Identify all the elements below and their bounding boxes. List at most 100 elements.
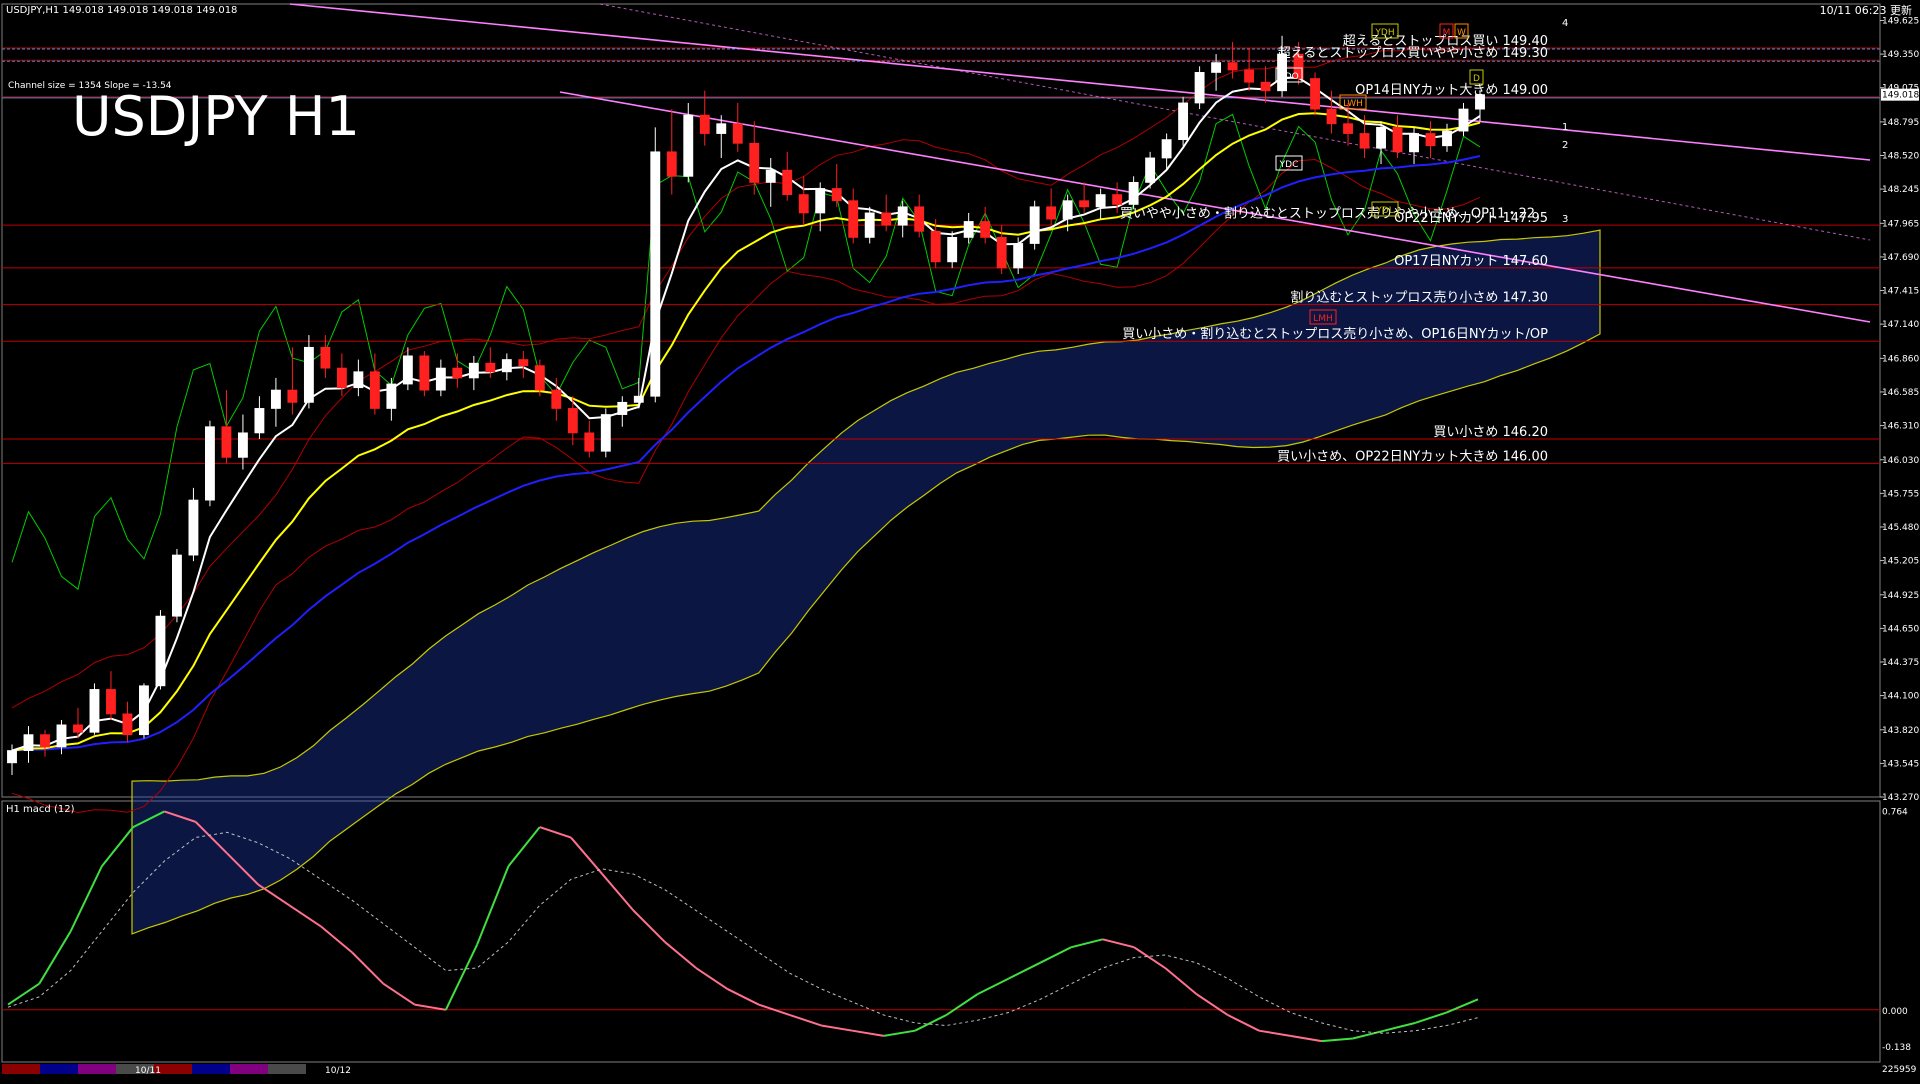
candle-body-21 (353, 371, 364, 389)
candle-body-32 (534, 365, 545, 391)
candle-10 (172, 548, 182, 623)
candle-body-71 (1178, 102, 1189, 141)
candle-body-25 (419, 355, 430, 391)
y-tick-label-0: 149.625 (1882, 16, 1919, 26)
candle-25 (419, 351, 430, 397)
candle-body-61 (1013, 243, 1024, 269)
chart-title: USDJPY H1 (72, 85, 360, 148)
current-price-label: 149.018 (1882, 91, 1919, 101)
time-segment-6 (230, 1064, 268, 1074)
candle-body-34 (567, 408, 578, 434)
candle-body-16 (270, 389, 281, 409)
candle-body-80 (1326, 108, 1337, 125)
candle-79 (1310, 72, 1320, 116)
y-tick-label-3: 148.795 (1882, 118, 1919, 128)
projection-label-1: 1 (1562, 122, 1568, 133)
candle-body-62 (1029, 206, 1040, 244)
candle-body-44 (732, 123, 743, 144)
candle-body-51 (848, 200, 859, 238)
y-tick-label-15: 145.480 (1882, 523, 1919, 533)
candle-body-47 (782, 169, 793, 196)
candle-body-3 (56, 724, 67, 748)
candle-body-15 (254, 408, 265, 434)
candle-body-19 (320, 346, 331, 369)
candle-body-17 (287, 389, 298, 403)
candle-body-8 (139, 685, 149, 736)
level-label-6: 買い小さめ・割り込むとストップロス売り小さめ、OP16日NYカット/OP (1122, 326, 1548, 342)
projection-label-2: 2 (1562, 140, 1568, 151)
candle-body-53 (881, 212, 892, 226)
candle-body-11 (188, 499, 199, 556)
candle-body-73 (1211, 62, 1222, 73)
macd-y-tick-0: 0.764 (1882, 807, 1908, 817)
candle-body-10 (172, 554, 182, 617)
candle-72 (1194, 66, 1205, 110)
candle-body-20 (336, 367, 347, 389)
candle-body-33 (551, 389, 562, 409)
level-label-4: OP17日NYカット 147.60 (1394, 254, 1548, 269)
candle-body-68 (1128, 181, 1139, 205)
candle-body-65 (1079, 200, 1090, 208)
y-tick-label-13: 146.030 (1882, 456, 1919, 466)
candle-body-2 (40, 734, 50, 748)
candle-body-26 (435, 367, 446, 391)
candle-body-29 (485, 362, 496, 373)
candle-41 (683, 102, 694, 183)
x-label-0: 10/11 (135, 1066, 161, 1076)
candle-body-72 (1194, 72, 1205, 104)
chart-header: USDJPY,H1 149.018 149.018 149.018 149.01… (6, 5, 237, 16)
candle-body-22 (369, 371, 380, 409)
y-tick-label-6: 147.965 (1882, 219, 1919, 229)
candle-body-23 (386, 383, 397, 409)
candle-body-88 (1458, 108, 1469, 132)
candle-5 (89, 683, 100, 735)
level-label-8: 買い小さめ、OP22日NYカット大きめ 146.00 (1277, 449, 1548, 464)
y-tick-label-9: 147.140 (1882, 320, 1919, 330)
y-tick-label-19: 144.375 (1882, 658, 1919, 668)
y-tick-label-7: 147.690 (1882, 253, 1919, 263)
time-segment-0 (2, 1064, 40, 1074)
pivot-label-2: LWH (1343, 99, 1363, 109)
macd-title: H1 macd (12) (6, 804, 75, 815)
price-chart-svg[interactable]: 超えるとストップロス買い 149.40超えるとストップロス買いやや小さめ 149… (0, 0, 1920, 1080)
time-segment-7 (268, 1064, 306, 1074)
candle-body-35 (584, 432, 595, 452)
level-label-2: OP14日NYカット大きめ 149.00 (1355, 83, 1548, 98)
candle-body-27 (452, 367, 463, 379)
pivot-label-1: YDO (1278, 72, 1299, 82)
candle-body-63 (1046, 206, 1057, 220)
candle-36 (600, 408, 611, 458)
candle-body-1 (23, 734, 34, 751)
candle-body-49 (815, 188, 826, 214)
y-tick-label-14: 145.755 (1882, 489, 1919, 499)
candle-body-70 (1161, 139, 1172, 159)
candle-body-31 (518, 359, 529, 367)
y-tick-label-23: 143.270 (1882, 793, 1919, 803)
pivot-label-7: W (1457, 28, 1466, 38)
time-segment-5 (192, 1064, 230, 1074)
candle-body-87 (1442, 130, 1452, 147)
y-tick-label-5: 148.245 (1882, 185, 1919, 195)
candle-body-54 (897, 206, 908, 226)
candle-body-86 (1425, 133, 1436, 147)
candle-body-48 (798, 194, 809, 214)
y-tick-label-11: 146.585 (1882, 388, 1919, 398)
candle-body-13 (221, 426, 232, 458)
candle-body-5 (89, 689, 100, 733)
candle-body-59 (980, 221, 991, 238)
candle-body-66 (1095, 194, 1106, 208)
candle-body-67 (1112, 194, 1123, 205)
y-tick-label-10: 146.860 (1882, 354, 1919, 364)
candle-8 (139, 683, 149, 739)
candle-body-55 (914, 206, 925, 232)
candle-body-41 (683, 114, 694, 177)
candle-body-58 (963, 221, 974, 238)
y-tick-label-21: 143.820 (1882, 726, 1919, 736)
candle-body-4 (73, 724, 83, 733)
candle-71 (1178, 96, 1189, 146)
candle-body-24 (402, 355, 413, 385)
y-tick-label-8: 147.415 (1882, 287, 1919, 297)
candle-body-42 (699, 114, 710, 134)
candle-body-81 (1343, 123, 1353, 134)
candle-12 (204, 420, 215, 507)
